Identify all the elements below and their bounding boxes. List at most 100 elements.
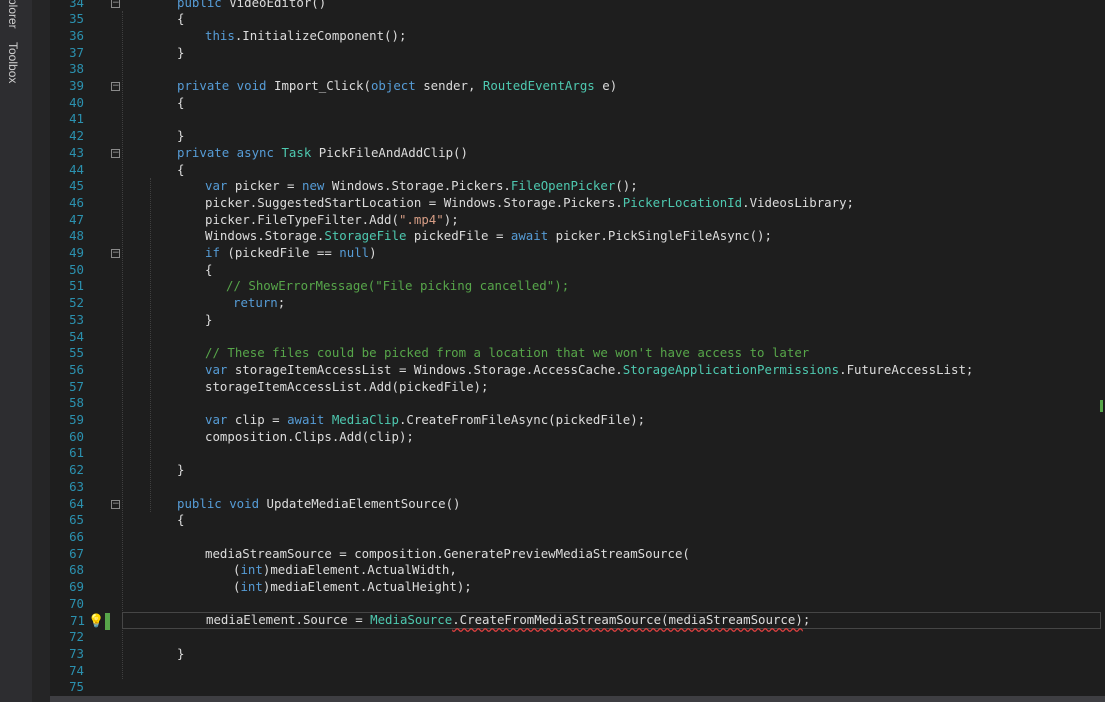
code-text[interactable]: // These files could be picked from a lo… [205,345,809,362]
code-line[interactable]: 61 [50,445,1105,462]
code-editor[interactable]: 34 − public VideoEditor() 35 {36 this.Initial… [50,0,1105,696]
code-line[interactable]: 64 − public void UpdateMediaElementSource(… [50,496,1105,513]
code-line[interactable]: 65 { [50,512,1105,529]
code-line[interactable]: 72 [50,629,1105,646]
code-text[interactable]: picker.FileTypeFilter.Add(".mp4"); [205,212,459,229]
line-number: 38 [69,61,84,77]
code-text[interactable]: // ShowErrorMessage("File picking cancel… [226,278,569,295]
code-text[interactable]: mediaStreamSource = composition.Generate… [205,546,690,563]
tab-solution-explorer[interactable]: plorer [6,0,20,29]
code-line[interactable]: 46 picker.SuggestedStartLocation = Window… [50,195,1105,212]
code-token: mediaStreamSource = composition.Generate… [205,545,690,561]
code-line[interactable]: 44 { [50,162,1105,179]
code-text[interactable]: } [205,312,212,329]
code-token: )mediaElement.ActualWidth, [262,562,457,578]
code-text[interactable]: } [177,646,184,663]
code-line[interactable]: 35 { [50,11,1105,28]
code-text[interactable]: { [177,11,184,28]
code-text[interactable]: storageItemAccessList.Add(pickedFile); [205,379,488,396]
code-text[interactable]: private async Task PickFileAndAddClip() [177,145,468,162]
line-number: 37 [69,44,84,60]
editor-left-margin [32,0,50,702]
code-text[interactable]: { [177,162,184,179]
code-line[interactable]: 34 − public VideoEditor() [50,0,1105,11]
code-line[interactable]: 67 mediaStreamSource = composition.Genera… [50,546,1105,563]
code-text[interactable]: { [205,262,212,279]
code-line[interactable]: 54 [50,329,1105,346]
code-text[interactable]: { [177,512,184,529]
collapse-icon[interactable]: − [111,249,120,258]
code-line[interactable]: 57 storageItemAccessList.Add(pickedFile); [50,379,1105,396]
code-line[interactable]: 53} [50,312,1105,329]
code-line[interactable]: 36 this.InitializeComponent(); [50,28,1105,45]
code-line[interactable]: 37} [50,45,1105,62]
code-line[interactable]: 52 return; [50,295,1105,312]
code-token: { [177,161,185,177]
code-text[interactable]: var storageItemAccessList = Windows.Stor… [205,362,973,379]
code-text[interactable]: (int)mediaElement.ActualWidth, [233,562,457,579]
horizontal-scrollbar[interactable] [50,696,1105,702]
code-line[interactable]: 40 { [50,95,1105,112]
code-line[interactable]: 63 [50,479,1105,496]
code-line[interactable]: 75 [50,679,1105,696]
line-number: 74 [69,662,84,678]
code-line[interactable]: 51 // ShowErrorMessage("File picking canc… [50,278,1105,295]
line-number: 58 [69,395,84,411]
code-text[interactable]: } [177,462,184,479]
code-text[interactable]: private void Import_Click(object sender,… [177,78,617,95]
code-token: ); [443,211,459,227]
code-text[interactable]: composition.Clips.Add(clip); [205,429,414,446]
code-text[interactable]: } [177,128,184,145]
code-line[interactable]: 50 { [50,262,1105,279]
code-line[interactable]: 70 [50,596,1105,613]
code-text[interactable]: } [177,45,184,62]
code-token: var [205,361,235,377]
code-text[interactable]: var clip = await MediaClip.CreateFromFil… [205,412,645,429]
line-number: 73 [69,645,84,661]
code-token: mediaElement.Source = [206,612,371,628]
code-line[interactable]: 49 − if (pickedFile == null) [50,245,1105,262]
code-line[interactable]: 60 composition.Clips.Add(clip); [50,429,1105,446]
collapse-icon[interactable]: − [111,499,120,509]
code-line[interactable]: 55 // These files could be picked from a … [50,345,1105,362]
collapse-icon[interactable]: − [111,148,120,158]
code-text[interactable]: Windows.Storage.StorageFile pickedFile =… [205,228,772,245]
code-line[interactable]: 42} [50,128,1105,145]
code-token: } [177,128,185,144]
code-line[interactable]: 56 var storageItemAccessList = Windows.St… [50,362,1105,379]
code-line[interactable]: 62} [50,462,1105,479]
code-line[interactable]: 73} [50,646,1105,663]
code-token: object [370,78,424,93]
code-line[interactable]: 41 [50,111,1105,128]
code-text[interactable]: mediaElement.Source = MediaSource.Create… [206,612,810,629]
line-number: 54 [69,328,84,344]
code-line[interactable]: 39 − private void Import_Click(object send… [50,78,1105,95]
code-line[interactable]: 38 [50,61,1105,78]
code-text[interactable]: { [177,95,184,112]
code-line[interactable]: 59 var clip = await MediaClip.CreateFromF… [50,412,1105,429]
code-token: public void [177,495,267,511]
collapse-icon[interactable]: − [111,0,120,8]
code-line[interactable]: 47 picker.FileTypeFilter.Add(".mp4"); [50,212,1105,229]
code-line[interactable]: 45 var picker = new Windows.Storage.Picke… [50,178,1105,195]
code-text[interactable]: return; [233,295,285,312]
code-line[interactable]: 43 − private async Task PickFileAndAddClip… [50,145,1105,162]
tab-toolbox[interactable]: Toolbox [6,42,20,83]
code-text[interactable]: this.InitializeComponent(); [205,28,406,45]
code-text[interactable]: picker.SuggestedStartLocation = Windows.… [205,195,854,212]
code-text[interactable]: var picker = new Windows.Storage.Pickers… [205,178,638,195]
code-text[interactable]: public void UpdateMediaElementSource() [177,496,461,513]
current-code-line[interactable]: 71 💡 mediaElement.Source = MediaSource.Cre… [70,612,1101,631]
collapse-icon[interactable]: − [111,82,120,91]
code-text[interactable]: if (pickedFile == null) [205,245,377,262]
code-line[interactable]: 74 [50,663,1105,680]
code-line[interactable]: 58 [50,395,1105,412]
code-line[interactable]: 48 Windows.Storage.StorageFile pickedFile… [50,228,1105,245]
code-line[interactable]: 68 (int)mediaElement.ActualWidth, [50,562,1105,579]
line-number: 35 [69,11,84,27]
code-line[interactable]: 66 [50,529,1105,546]
code-text[interactable]: public VideoEditor() [177,0,326,11]
code-token: StorageApplicationPermissions [622,361,840,377]
code-line[interactable]: 69 (int)mediaElement.ActualHeight); [50,579,1105,596]
code-text[interactable]: (int)mediaElement.ActualHeight); [233,579,472,596]
